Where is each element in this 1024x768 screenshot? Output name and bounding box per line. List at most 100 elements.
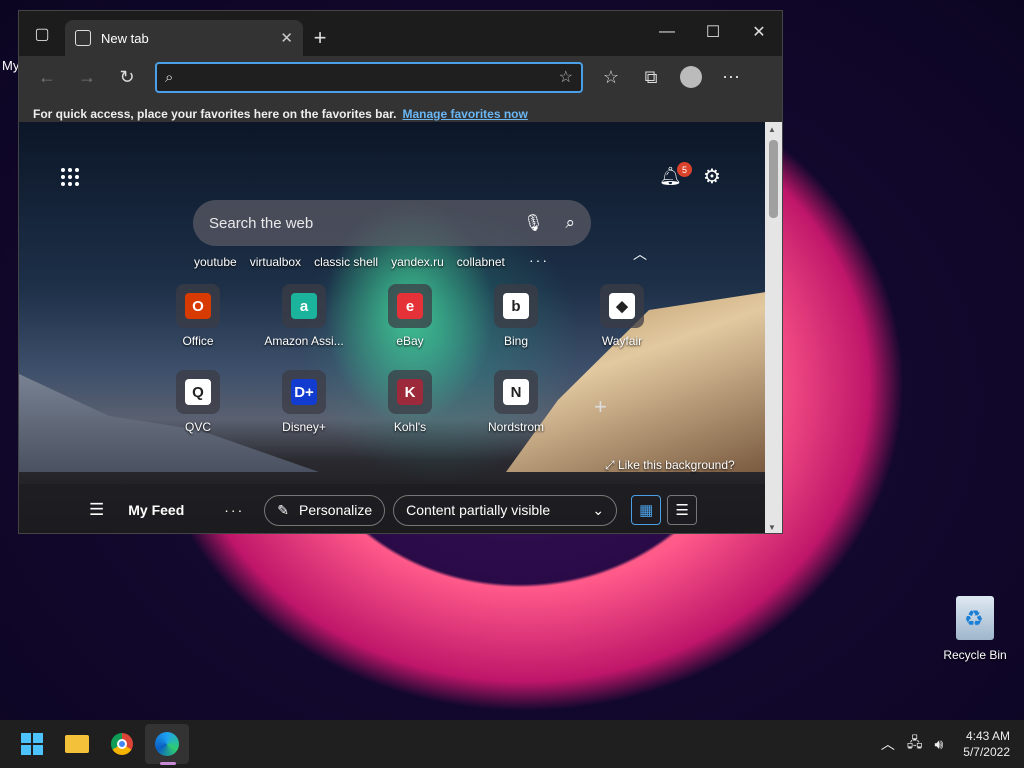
site-logo-icon: a [291,293,317,319]
site-name: QVC [184,420,211,434]
add-site-icon[interactable]: + [594,394,607,420]
favorites-bar-text: For quick access, place your favorites h… [33,106,397,121]
maximize-button[interactable]: ☐ [690,11,736,53]
site-name: Amazon Assi... [264,334,344,348]
top-site-tile[interactable]: Q QVC [145,370,251,434]
close-button[interactable]: ✕ [736,11,782,53]
site-logo-icon: b [503,293,529,319]
collapse-chevron-up-icon[interactable]: ︿ [633,244,647,264]
clock[interactable]: 4:43 AM 5/7/2022 [963,728,1010,760]
quick-link[interactable]: collabnet [457,255,505,269]
quick-links-more-icon[interactable]: ··· [529,252,549,268]
site-name: Office [182,334,214,348]
collections-button[interactable]: ⧉ [631,60,671,94]
folder-icon [65,735,89,753]
site-logo-icon: D+ [291,379,317,405]
chrome-button[interactable] [100,724,144,764]
personalize-label: Personalize [299,502,373,518]
edge-icon [155,732,179,756]
quick-link[interactable]: virtualbox [250,255,301,269]
quick-link[interactable]: classic shell [314,255,378,269]
site-icon-box: ◆ [600,284,644,328]
site-name: Nordstrom [487,420,544,434]
quick-link[interactable]: yandex.ru [391,255,444,269]
chevron-down-icon: ⌄ [592,501,605,518]
back-button[interactable]: ← [27,60,67,94]
like-background-link[interactable]: ⤢ Like this background? [605,458,735,473]
chrome-icon [111,733,133,755]
title-bar: ▢ New tab ✕ + — ☐ ✕ [19,11,782,56]
microphone-icon[interactable]: 🎙︎ [523,213,543,233]
more-menu-button[interactable]: ⋯ [711,60,751,94]
new-tab-icon [75,30,91,46]
tab-new-tab[interactable]: New tab ✕ [65,20,303,56]
file-explorer-button[interactable] [55,724,99,764]
list-view-button[interactable]: ☰ [667,495,698,525]
scroll-down-icon[interactable]: ▼ [768,523,776,532]
profile-button[interactable] [671,60,711,94]
network-icon[interactable]: 🖧︎ [907,732,923,756]
show-hidden-icons-chevron-icon[interactable]: ︿ [881,734,895,754]
browser-window: ▢ New tab ✕ + — ☐ ✕ ← → ↻ ⌕ ☆ ☆ ⧉ ⋯ For … [18,10,783,534]
tab-actions-icon[interactable]: ▢ [19,11,65,56]
pencil-icon: ✎ [277,501,289,518]
site-icon-box: K [388,370,432,414]
feed-more-icon[interactable]: ··· [224,502,244,518]
minimize-button[interactable]: — [644,11,690,53]
site-logo-icon: K [397,379,423,405]
quick-links: youtube virtualbox classic shell yandex.… [194,255,505,269]
desktop-label: My [2,58,20,73]
volume-icon[interactable]: 🔊︎ [934,736,943,753]
top-site-tile[interactable]: O Office [145,284,251,348]
search-placeholder: Search the web [209,214,314,232]
close-tab-icon[interactable]: ✕ [280,29,293,47]
site-logo-icon: ◆ [609,293,635,319]
recycle-bin-icon [956,596,994,640]
new-tab-button[interactable]: + [303,20,337,56]
top-site-tile[interactable]: b Bing [463,284,569,348]
web-search-box[interactable]: Search the web 🎙︎ ⌕ [193,200,591,246]
favorites-button[interactable]: ☆ [591,60,631,94]
new-tab-page: 🔔︎ 5 ⚙ Search the web 🎙︎ ⌕ youtube virtu… [19,122,766,533]
start-button[interactable] [10,724,54,764]
refresh-button[interactable]: ↻ [107,60,147,94]
page-settings-gear-icon[interactable]: ⚙ [703,164,721,189]
top-site-tile[interactable]: e eBay [357,284,463,348]
scroll-up-icon[interactable]: ▲ [768,125,776,134]
search-icon[interactable]: ⌕ [565,213,575,233]
site-logo-icon: N [503,379,529,405]
site-logo-icon: Q [185,379,211,405]
recycle-bin[interactable]: Recycle Bin [940,596,1010,664]
taskbar: ︿ 🖧︎ 🔊︎ 4:43 AM 5/7/2022 [0,720,1024,768]
manage-favorites-link[interactable]: Manage favorites now [402,107,527,121]
page-scrollbar[interactable]: ▲ ▼ [765,122,782,533]
recycle-bin-label: Recycle Bin [943,648,1007,662]
site-icon-box: Q [176,370,220,414]
grid-view-button[interactable]: ▦ [631,495,662,525]
address-input[interactable] [179,69,559,85]
top-site-tile[interactable]: a Amazon Assi... [251,284,357,348]
add-favorite-icon[interactable]: ☆ [559,67,573,87]
site-icon-box: e [388,284,432,328]
edge-button[interactable] [145,724,189,764]
site-icon-box: D+ [282,370,326,414]
top-site-tile[interactable]: K Kohl's [357,370,463,434]
top-site-tile[interactable]: D+ Disney+ [251,370,357,434]
top-site-tile[interactable]: N Nordstrom [463,370,569,434]
site-icon-box: N [494,370,538,414]
quick-link[interactable]: youtube [194,255,237,269]
top-site-tile[interactable]: ◆ Wayfair [569,284,675,348]
site-logo-icon: e [397,293,423,319]
personalize-button[interactable]: ✎ Personalize [264,494,386,526]
content-visibility-dropdown[interactable]: Content partially visible ⌄ [393,494,618,526]
search-icon: ⌕ [165,68,174,86]
apps-launcher-icon[interactable] [61,168,81,186]
window-controls: — ☐ ✕ [644,11,782,53]
my-feed-title[interactable]: My Feed [128,502,184,518]
scrollbar-thumb[interactable] [769,140,778,218]
toolbar: ← → ↻ ⌕ ☆ ☆ ⧉ ⋯ [19,56,782,98]
clock-date: 5/7/2022 [963,745,1010,759]
feed-menu-icon[interactable]: ☰ [89,500,104,520]
forward-button[interactable]: → [67,60,107,94]
system-tray: ︿ 🖧︎ 🔊︎ 4:43 AM 5/7/2022 [881,720,1010,768]
